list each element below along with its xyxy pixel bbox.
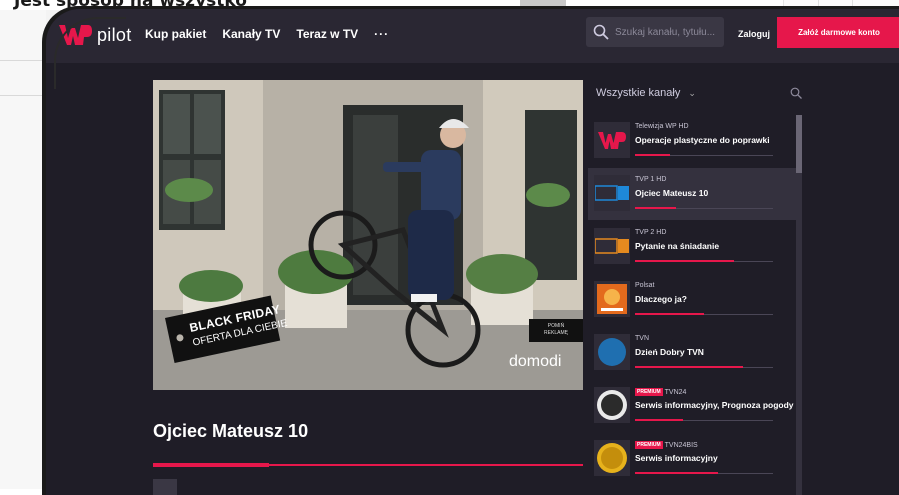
channel-item[interactable]: Telewizja WP HD Operacje plastyczne do po…: [588, 115, 800, 167]
nav-buy-package[interactable]: Kup pakiet: [145, 27, 206, 41]
channel-name: TVP 1 HD: [635, 176, 666, 183]
channel-name-text: TVP 1 HD: [635, 176, 667, 183]
channel-progress-fill: [635, 419, 683, 421]
channel-name: Polsat: [635, 282, 654, 289]
channel-name-text: TVP 2 HD: [635, 229, 667, 236]
channel-name: Telewizja WP HD: [635, 123, 689, 130]
premium-badge: PREMIUM: [635, 441, 663, 449]
tag-hole: [175, 333, 185, 342]
channel-logo-icon: [594, 281, 630, 317]
channel-progress-fill: [635, 472, 718, 474]
channel-item[interactable]: TVP 1 HD Ojciec Mateusz 10: [588, 168, 800, 220]
channel-name: TVN: [635, 335, 649, 342]
channel-name: PREMIUM TVN24BIS: [635, 441, 698, 449]
channel-name-text: Telewizja WP HD: [635, 123, 689, 130]
search-placeholder: Szukaj kanału, tytułu...: [615, 26, 716, 38]
channel-logo-icon: [594, 334, 630, 370]
channel-progress-fill: [635, 366, 743, 368]
background-divider: [0, 95, 46, 96]
channel-item[interactable]: PREMIUM TVN24BIS Serwis informacyjny: [588, 433, 800, 485]
channel-logo-icon: [594, 228, 630, 264]
more-menu-button[interactable]: ···: [374, 27, 389, 41]
channel-program: Serwis informacyjny, Prognoza pogody: [635, 400, 794, 410]
channel-item[interactable]: PREMIUM TVN24 Serwis informacyjny, Prognoz…: [588, 380, 800, 432]
channel-item[interactable]: TVP 2 HD Pytanie na śniadanie: [588, 221, 800, 273]
channel-progress-fill: [635, 207, 676, 209]
channel-logo-icon: [594, 122, 630, 158]
channels-dropdown[interactable]: Wszystkie kanały ⌄: [596, 87, 696, 99]
channel-program: Operacje plastyczne do poprawki: [635, 135, 770, 145]
search-icon: [593, 24, 609, 40]
create-free-account-button[interactable]: Załóż darmowe konto: [777, 17, 899, 48]
chevron-down-icon: ⌄: [688, 87, 696, 98]
background-divider: [0, 60, 46, 61]
channel-progress-fill: [635, 260, 734, 262]
channel-name-text: TVN24: [664, 389, 687, 396]
channel-name-text: TVN: [635, 335, 649, 342]
channel-item[interactable]: TVN Dzień Dobry TVN: [588, 327, 800, 379]
nav-tv-channels[interactable]: Kanały TV: [222, 27, 280, 41]
channel-progress-fill: [635, 313, 704, 315]
channel-logo-icon: [594, 387, 630, 423]
wp-pilot-screen: pilot Kup pakiet Kanały TV Teraz w TV ··…: [46, 9, 899, 495]
program-progress-fill: [153, 463, 269, 467]
search-input[interactable]: Szukaj kanału, tytułu...: [586, 17, 724, 47]
channel-program: Dlaczego ja?: [635, 294, 687, 304]
channel-logo-icon: [594, 440, 630, 476]
channel-logo-icon: [594, 175, 630, 211]
program-thumbnail[interactable]: [153, 479, 177, 495]
channel-name-text: TVN24BIS: [664, 442, 698, 449]
channel-program: Ojciec Mateusz 10: [635, 188, 709, 198]
channel-name: PREMIUM TVN24: [635, 388, 686, 396]
channel-list: Telewizja WP HD Operacje plastyczne do po…: [588, 115, 800, 495]
nav-now-on-tv[interactable]: Teraz w TV: [296, 27, 358, 41]
premium-badge: PREMIUM: [635, 388, 663, 396]
channel-item[interactable]: Polsat Dlaczego ja?: [588, 274, 800, 326]
channel-search-icon[interactable]: [790, 87, 802, 99]
channels-dropdown-label: Wszystkie kanały: [596, 87, 681, 99]
video-player[interactable]: BLACK FRIDAY OFERTA DLA CIEBIE POMIŃ REK…: [153, 80, 583, 390]
skip-ad-button[interactable]: POMIŃ REKLAMĘ: [529, 319, 583, 342]
main-nav: Kup pakiet Kanały TV Teraz w TV ···: [145, 27, 389, 41]
channel-name-text: Polsat: [635, 282, 655, 289]
advertiser-logo: domodi: [509, 353, 562, 370]
channel-name: TVP 2 HD: [635, 229, 666, 236]
channel-program: Pytanie na śniadanie: [635, 241, 720, 251]
channel-progress-fill: [635, 154, 670, 156]
background-left-strip: [0, 10, 46, 489]
channel-program: Dzień Dobry TVN: [635, 347, 704, 357]
program-title: Ojciec Mateusz 10: [153, 421, 309, 441]
scrollbar-thumb[interactable]: [796, 115, 802, 173]
login-link[interactable]: Zaloguj: [738, 29, 770, 39]
channel-program: Serwis informacyjny: [635, 453, 718, 463]
top-header: pilot Kup pakiet Kanały TV Teraz w TV ··…: [46, 9, 899, 63]
